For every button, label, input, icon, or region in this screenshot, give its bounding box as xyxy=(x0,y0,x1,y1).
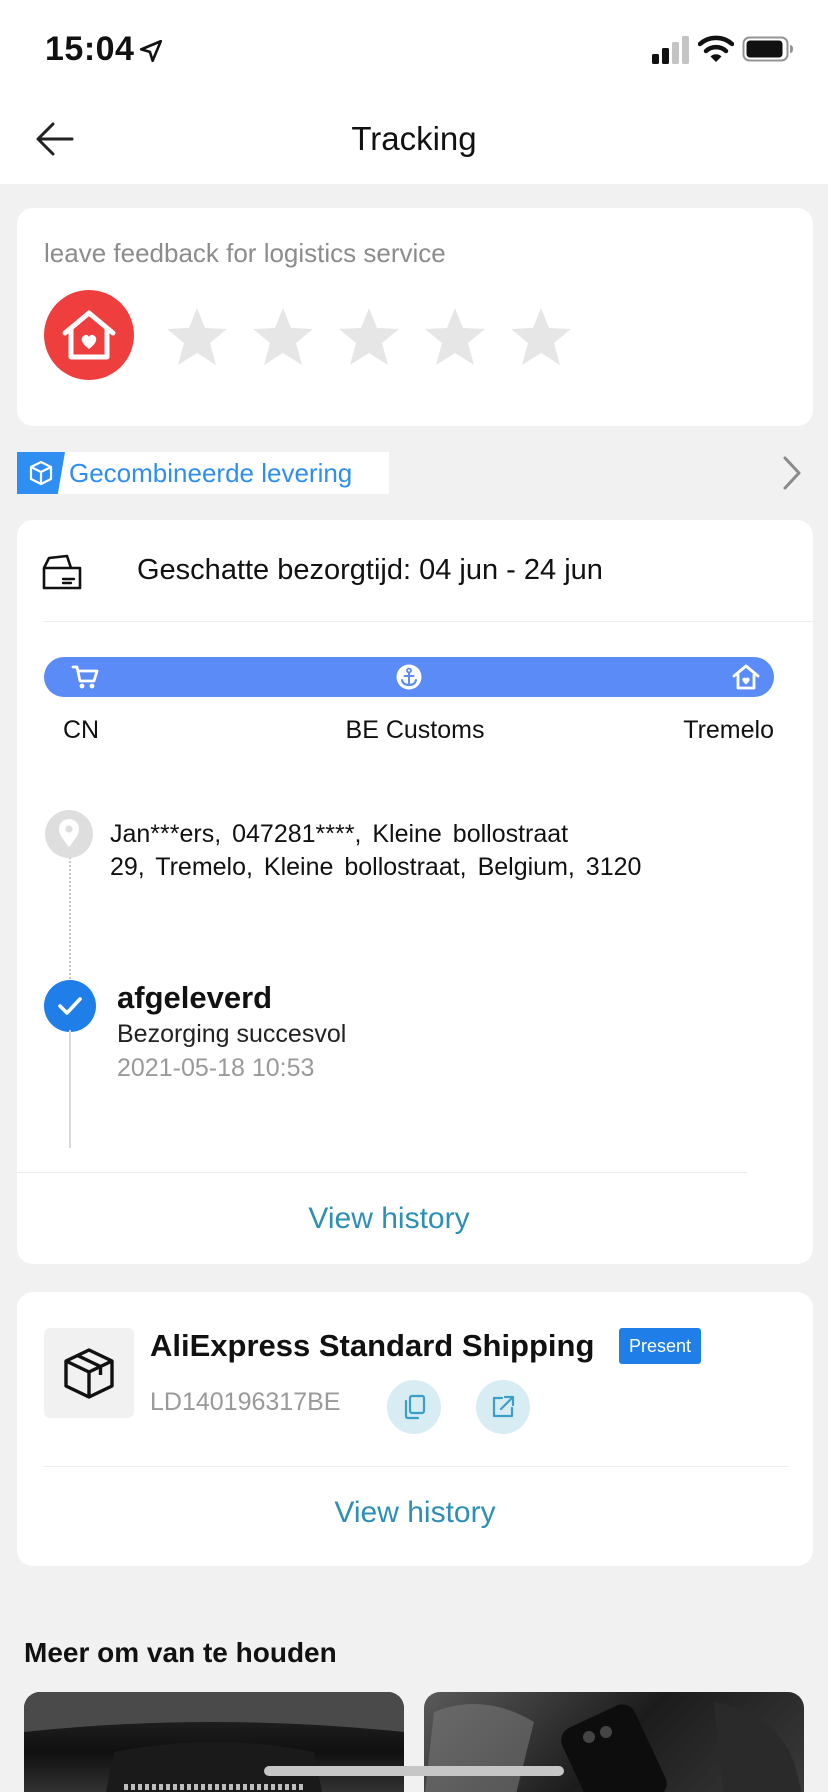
house-heart-icon xyxy=(44,290,134,380)
parcel-box-icon xyxy=(44,1328,134,1418)
tracking-card: Geschatte bezorgtijd: 04 jun - 24 jun CN… xyxy=(17,520,813,1264)
estimated-delivery: Geschatte bezorgtijd: 04 jun - 24 jun xyxy=(137,554,603,586)
shipping-card: AliExpress Standard Shipping Present LD1… xyxy=(17,1292,813,1566)
combined-delivery-label: Gecombineerde levering xyxy=(69,457,353,488)
product-card[interactable] xyxy=(424,1692,804,1792)
carrier-name: AliExpress Standard Shipping xyxy=(150,1328,595,1363)
status-bar: 15:04 xyxy=(0,0,828,96)
divider xyxy=(17,1172,747,1173)
battery-icon xyxy=(742,36,793,62)
star-icon[interactable] xyxy=(509,306,573,368)
delivery-status-title: afgeleverd xyxy=(117,980,273,1015)
view-history-link[interactable]: View history xyxy=(0,1202,813,1236)
star-icon[interactable] xyxy=(337,306,401,368)
combined-delivery-tag[interactable]: Gecombineerde levering xyxy=(17,452,389,494)
delivery-status-time: 2021-05-18 10:53 xyxy=(117,1054,315,1082)
status-time: 15:04 xyxy=(45,30,135,68)
view-history-link[interactable]: View history xyxy=(17,1496,813,1530)
cart-icon xyxy=(71,665,99,689)
chevron-right-icon[interactable] xyxy=(781,454,803,492)
star-icon[interactable] xyxy=(423,306,487,368)
copy-button[interactable] xyxy=(387,1380,441,1434)
product-card[interactable] xyxy=(24,1692,404,1792)
delivery-status-subtitle: Bezorging succesvol xyxy=(117,1020,347,1048)
timeline-connector xyxy=(69,838,71,986)
nav-bar: Tracking xyxy=(0,96,828,184)
recommendations-title: Meer om van te houden xyxy=(24,1637,337,1668)
timeline-line xyxy=(69,1030,71,1148)
stage-label-destination: Tremelo xyxy=(683,716,774,744)
star-icon[interactable] xyxy=(251,306,315,368)
package-icon xyxy=(17,452,65,494)
address-line: 29, Tremelo, Kleine bollostraat, Belgium… xyxy=(110,853,642,881)
location-pin-icon xyxy=(45,810,93,858)
delivery-box-icon xyxy=(42,554,82,590)
product-image xyxy=(425,1702,802,1792)
anchor-icon xyxy=(396,664,422,690)
location-arrow-icon xyxy=(139,39,163,63)
address-line: Jan***ers, 047281****, Kleine bollostraa… xyxy=(110,820,569,848)
present-badge: Present xyxy=(619,1328,702,1364)
tracking-number: LD140196317BE xyxy=(150,1388,341,1416)
copy-icon xyxy=(404,1394,426,1420)
page-title: Tracking xyxy=(351,120,477,157)
shipment-progress-bar xyxy=(44,657,774,697)
check-icon xyxy=(44,980,96,1032)
rating-stars[interactable] xyxy=(165,306,573,368)
feedback-label: leave feedback for logistics service xyxy=(44,238,446,268)
feedback-card: leave feedback for logistics service xyxy=(17,208,813,426)
delivery-address: Jan***ers, 047281****, Kleine bollostraa… xyxy=(110,818,770,884)
wifi-icon xyxy=(698,35,734,62)
divider xyxy=(44,1466,788,1467)
home-indicator[interactable] xyxy=(264,1766,564,1776)
external-link-icon xyxy=(492,1395,515,1418)
divider xyxy=(44,621,813,622)
signal-icon xyxy=(652,36,689,64)
home-icon xyxy=(732,664,760,690)
product-image xyxy=(24,1692,404,1792)
combined-delivery-row[interactable]: Gecombineerde levering xyxy=(17,452,813,494)
star-icon[interactable] xyxy=(165,306,229,368)
open-external-button[interactable] xyxy=(476,1380,530,1434)
